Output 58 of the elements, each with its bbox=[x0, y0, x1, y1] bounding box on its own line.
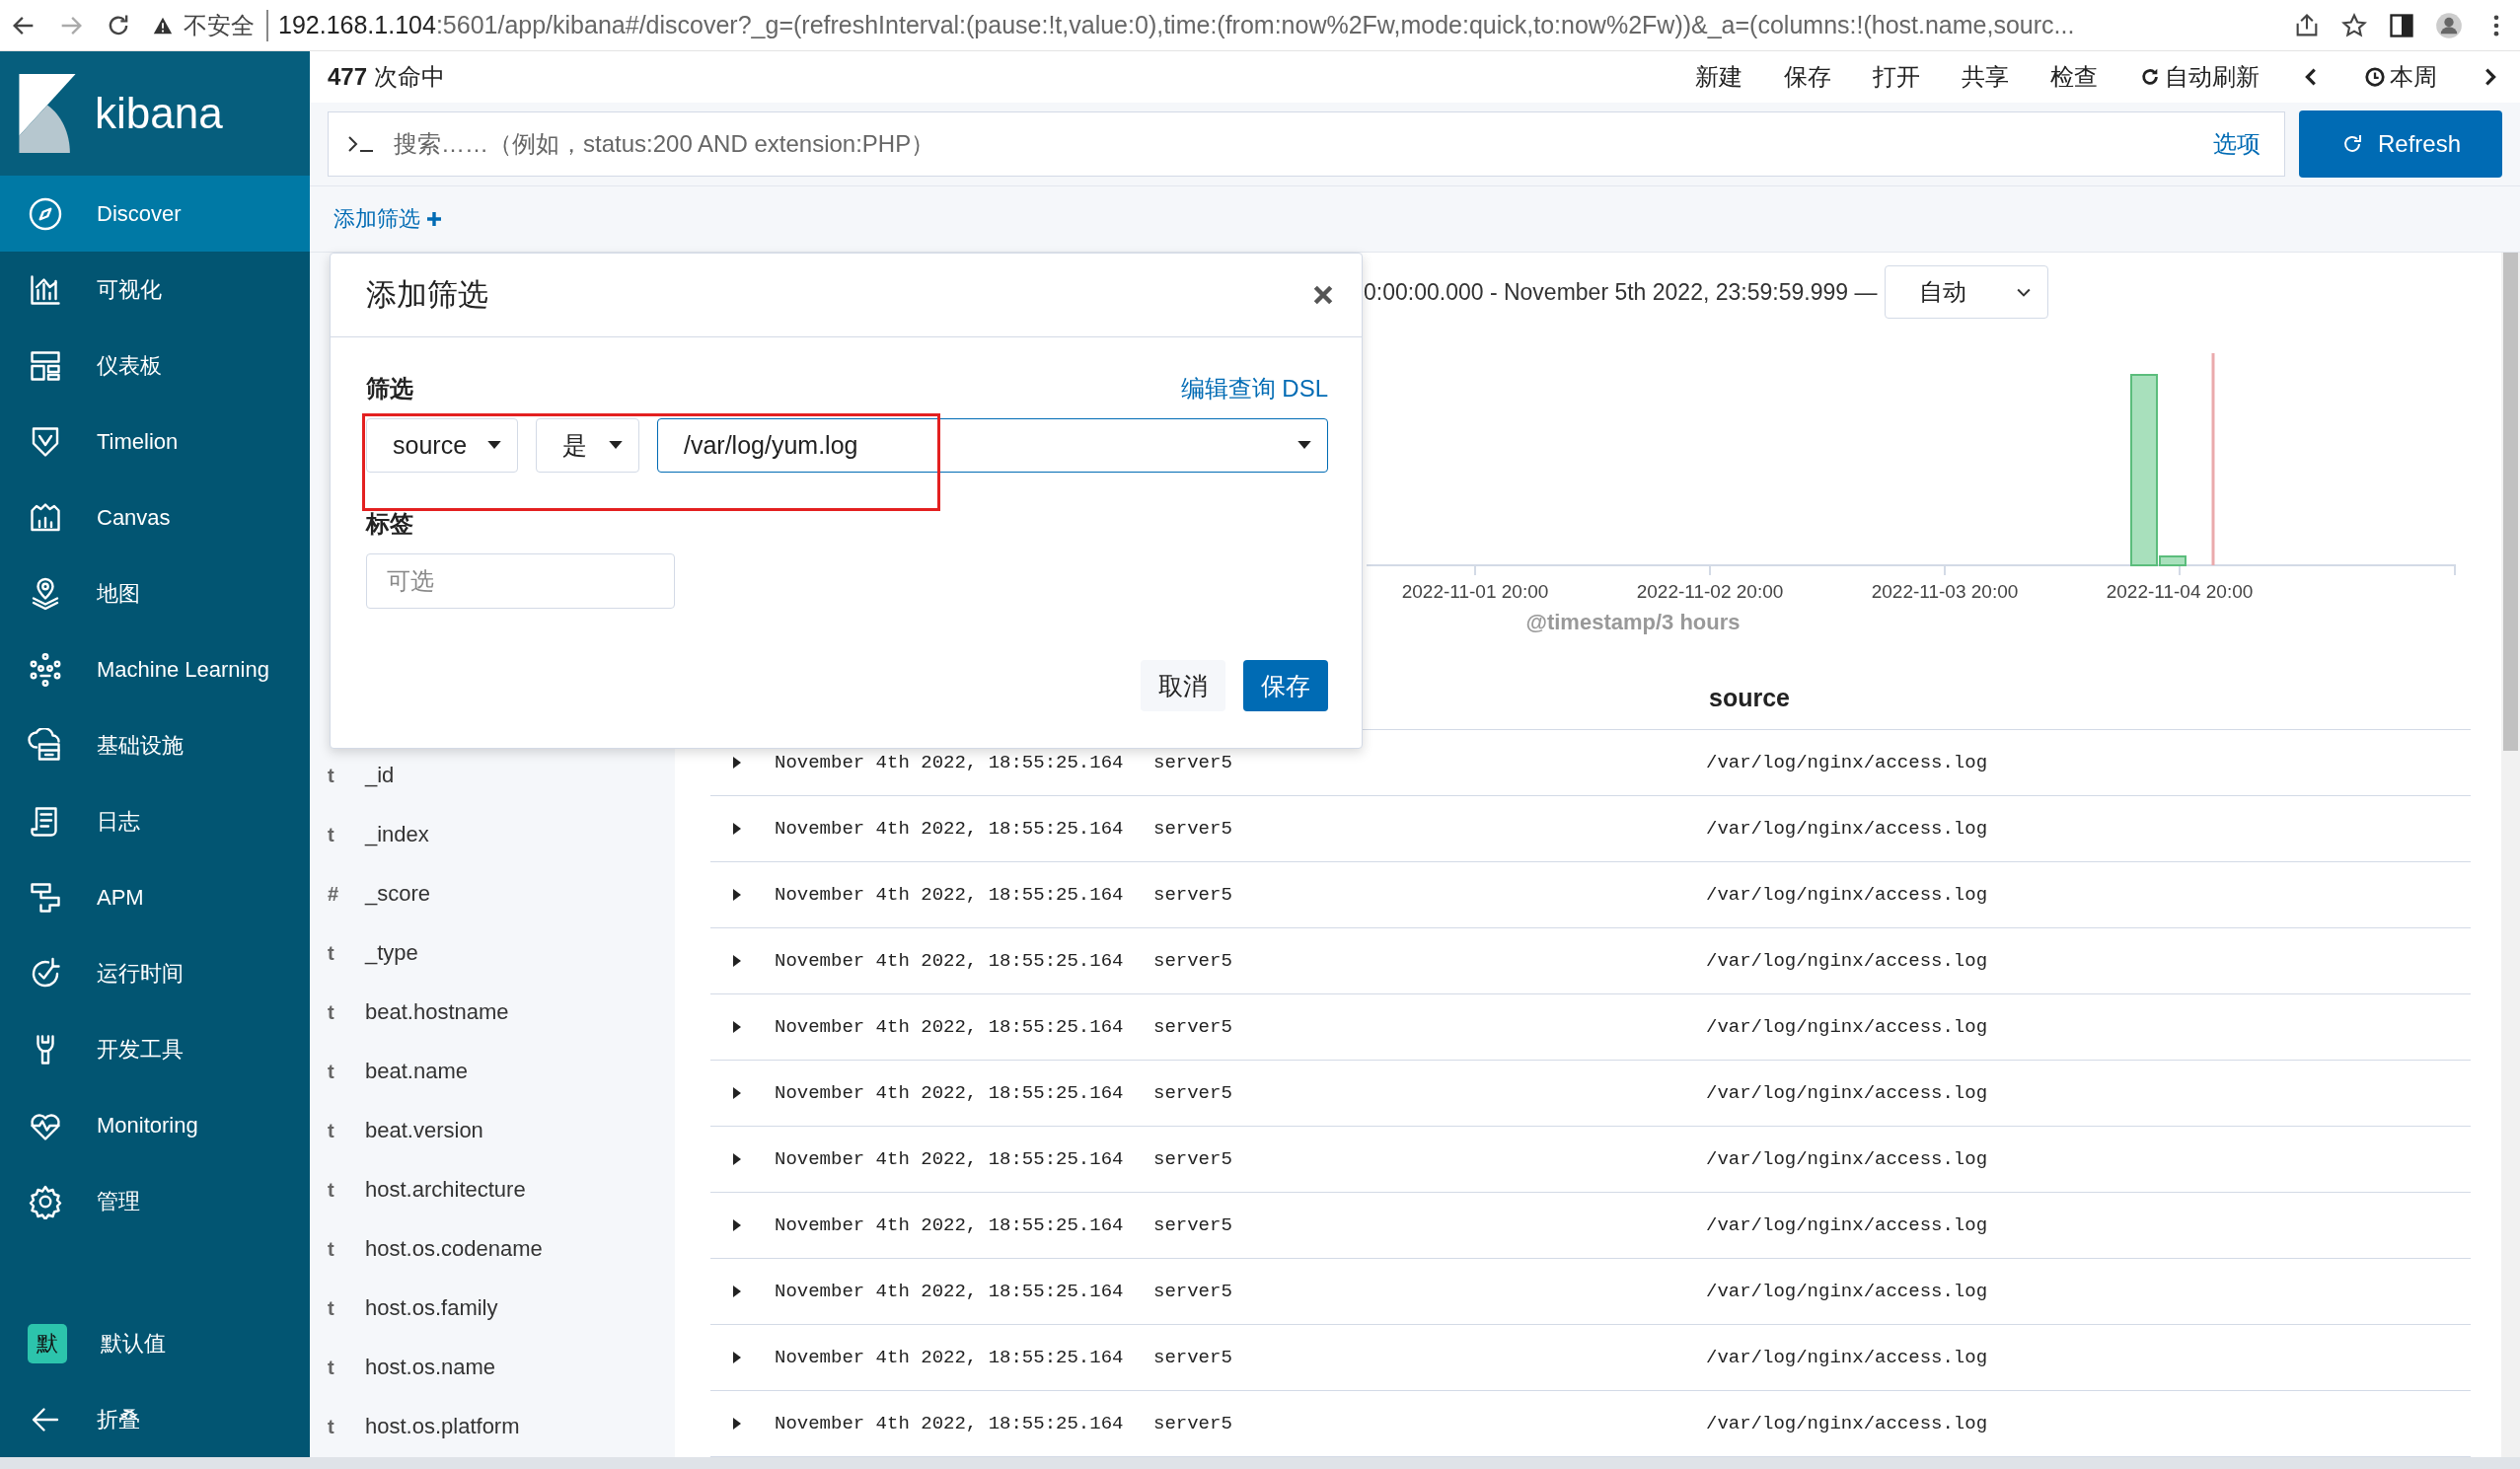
table-cell-text: November 4th 2022, 18:55:25.164 bbox=[775, 1347, 1125, 1368]
table-cell: /var/log/nginx/access.log bbox=[1706, 1016, 1988, 1038]
field-type-icon: t bbox=[328, 1000, 341, 1024]
field-type-icon: t bbox=[328, 1237, 341, 1261]
table-cell-text: server5 bbox=[1153, 1148, 1233, 1170]
logo-text: kibana bbox=[95, 89, 223, 138]
table-cell-text: November 4th 2022, 18:55:25.164 bbox=[775, 752, 1125, 773]
axis-tick-label: 2022-11-01 20:00 bbox=[1401, 581, 1549, 602]
table-cell-text: November 4th 2022, 18:55:25.164 bbox=[775, 1016, 1125, 1038]
field-type-icon: t bbox=[328, 764, 341, 787]
field-type-icon: t bbox=[328, 1178, 341, 1202]
field-type-icon: t bbox=[328, 1356, 341, 1379]
table-cell: /var/log/nginx/access.log bbox=[1706, 1413, 1988, 1434]
table-cell: /var/log/nginx/access.log bbox=[1706, 1281, 1988, 1302]
time-range-text: 0:00:00.000 - November 5th 2022, 23:59:59.999 — bbox=[1364, 278, 1878, 306]
table-cell-text: server5 bbox=[1153, 1082, 1233, 1104]
security-label: 不安全 bbox=[184, 9, 268, 41]
table-cell-text: November 4th 2022, 18:55:25.164 bbox=[775, 818, 1125, 840]
field-type-icon: # bbox=[328, 882, 341, 906]
field-type-icon: t bbox=[328, 823, 341, 846]
table-cell-text: server5 bbox=[1153, 752, 1233, 773]
table-cell-text: November 4th 2022, 18:55:25.164 bbox=[775, 1214, 1125, 1236]
hits-count: 477 次命中 bbox=[328, 62, 445, 92]
table-cell-text: server5 bbox=[1153, 818, 1233, 840]
axis-tick-label: 2022-11-02 20:00 bbox=[1636, 581, 1784, 602]
table-cell-text: server5 bbox=[1153, 1347, 1233, 1368]
field-type-icon: t bbox=[328, 1060, 341, 1083]
table-cell-text: November 4th 2022, 18:55:25.164 bbox=[775, 1281, 1125, 1302]
table-cell: /var/log/nginx/access.log bbox=[1706, 1148, 1988, 1170]
table-cell-text: November 4th 2022, 18:55:25.164 bbox=[775, 950, 1125, 972]
table-cell-text: server5 bbox=[1153, 1281, 1233, 1302]
table-cell-text: server5 bbox=[1153, 884, 1233, 906]
table-cell-text: November 4th 2022, 18:55:25.164 bbox=[775, 1148, 1125, 1170]
axis-tick-label: 2022-11-03 20:00 bbox=[1871, 581, 2019, 602]
field-type-icon: t bbox=[328, 1119, 341, 1142]
table-cell: /var/log/nginx/access.log bbox=[1706, 818, 1988, 840]
table-cell-text: server5 bbox=[1153, 1214, 1233, 1236]
table-cell: /var/log/nginx/access.log bbox=[1706, 752, 1988, 773]
table-cell-text: November 4th 2022, 18:55:25.164 bbox=[775, 884, 1125, 906]
field-label: 筛选 bbox=[366, 374, 413, 404]
axis-title: @timestamp/3 hours bbox=[1525, 610, 1741, 634]
table-cell: /var/log/nginx/access.log bbox=[1706, 1082, 1988, 1104]
field-type-icon: t bbox=[328, 1296, 341, 1320]
table-cell-text: November 4th 2022, 18:55:25.164 bbox=[775, 1413, 1125, 1434]
table-cell: /var/log/nginx/access.log bbox=[1706, 1214, 1988, 1236]
field-label: 标签 bbox=[366, 509, 414, 539]
space-badge: 默 bbox=[28, 1323, 67, 1363]
axis-tick-label: 2022-11-04 20:00 bbox=[2106, 581, 2254, 602]
table-cell-text: server5 bbox=[1153, 950, 1233, 972]
field-type-icon: t bbox=[328, 1415, 341, 1438]
table-cell: /var/log/nginx/access.log bbox=[1706, 884, 1988, 906]
table-cell: /var/log/nginx/access.log bbox=[1706, 950, 1988, 972]
dialog-title: 添加筛选 bbox=[366, 276, 488, 314]
field-type-icon: t bbox=[328, 941, 341, 965]
table-cell-text: server5 bbox=[1153, 1413, 1233, 1434]
table-cell: /var/log/nginx/access.log bbox=[1706, 1347, 1988, 1368]
table-cell-text: November 4th 2022, 18:55:25.164 bbox=[775, 1082, 1125, 1104]
table-cell-text: server5 bbox=[1153, 1016, 1233, 1038]
